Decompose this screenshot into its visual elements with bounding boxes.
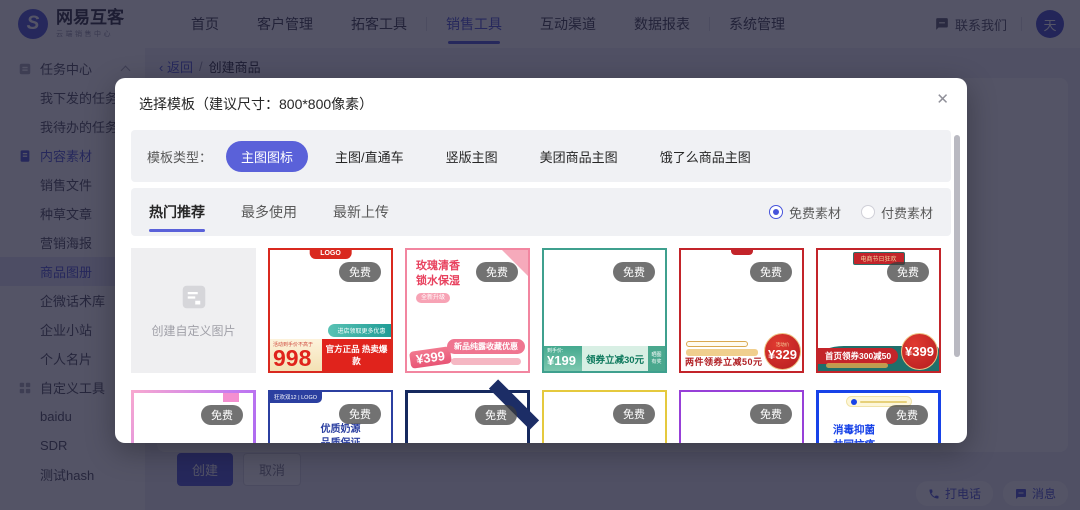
free-badge: 免费 (750, 404, 792, 424)
template-type-label: 模板类型： (147, 149, 213, 165)
tab-hot-recommend[interactable]: 热门推荐 (149, 188, 205, 236)
radio-dot-icon (860, 205, 875, 219)
template-type-bar: 模板类型： 主图图标 主图/直通车 竖版主图 美团商品主图 饿了么商品主图 (131, 130, 951, 182)
template-card-festival-399[interactable]: 电商节日狂欢 免费 首页领券300减50 ¥399 (816, 248, 941, 373)
template-picker-modal: 选择模板（建议尺寸：800*800像素） ✕ 模板类型： 主图图标 主图/直通车… (115, 78, 967, 443)
modal-title: 选择模板（建议尺寸：800*800像素） (139, 96, 374, 112)
decorative-gold-bar (826, 363, 888, 368)
screen: S 网易互客 云端销售中心 首页 客户管理 拓客工具 销售工具 互动渠道 数据报… (0, 0, 1080, 510)
free-badge: 免费 (475, 405, 517, 425)
close-icon[interactable]: ✕ (936, 90, 949, 108)
corner-tab (223, 393, 239, 402)
free-badge: 免费 (887, 262, 929, 282)
template-card-navy-ribbon[interactable]: 免费 (405, 379, 540, 443)
template-card-teal-199[interactable]: 免费 到手价: ¥199 领券立减30元 晒图 有奖 (542, 248, 667, 373)
brand-dot-icon (850, 398, 857, 405)
two-piece-coupon-text: 两件领券立减50元 (685, 357, 763, 367)
template-card-double12-milk[interactable]: 狂欢双12 | LOGO 免费 优质奶源 品质保证 (268, 390, 393, 443)
free-badge: 免费 (613, 262, 655, 282)
template-card-disinfect-blue[interactable]: 免费 消毒抑菌 共同抗疫 (816, 390, 941, 443)
sort-tab-bar: 热门推荐 最多使用 最新上传 免费素材 付费素材 (131, 188, 951, 236)
corner-text-line1: 晒图 (651, 351, 662, 358)
radio-free-materials[interactable]: 免费素材 (768, 203, 841, 222)
headline-line2: 品质保证 (320, 437, 361, 444)
headline-line1: 消毒抑菌 (833, 424, 875, 436)
type-main-image-icon[interactable]: 主图图标 (226, 140, 309, 172)
free-badge: 免费 (339, 404, 381, 424)
template-grid-row-2: 免费 狂欢双12 | LOGO 免费 优质奶源 品质保证 免费 免费 免费 免费… (131, 379, 941, 443)
price-circle-badge: ¥399 (901, 333, 938, 370)
modal-scrollbar[interactable] (954, 135, 960, 357)
template-card-red-998[interactable]: LOGO 免费 活动到手价不高于 998 进店领取更多优惠 官方正品 热卖爆款 (268, 248, 393, 373)
radio-paid-materials[interactable]: 付费素材 (860, 203, 933, 222)
price-circle-badge: 活动价 ¥329 (764, 333, 801, 370)
authentic-hot-ribbon: 官方正品 热卖爆款 (322, 339, 391, 371)
template-card-purple-border[interactable]: 免费 (679, 390, 804, 443)
price-199: ¥199 (547, 353, 576, 368)
tab-newest[interactable]: 最新上传 (333, 188, 389, 236)
image-placeholder-icon (182, 285, 205, 309)
headline-line1: 玫瑰清香 (416, 260, 460, 272)
type-eleme-product[interactable]: 饿了么商品主图 (645, 141, 766, 172)
corner-text-line2: 有奖 (651, 358, 662, 365)
coupon-ribbon: 领券立减30元 (582, 346, 648, 371)
type-vertical-main-image[interactable]: 竖版主图 (431, 141, 513, 172)
free-badge: 免费 (886, 405, 928, 425)
logo-tab: LOGO (309, 249, 352, 259)
headline-line1: 优质奶源 (320, 424, 361, 435)
free-badge: 免费 (201, 405, 243, 425)
double12-logo-tab: 狂欢双12 | LOGO (269, 391, 322, 403)
free-badge: 免费 (476, 262, 518, 282)
price-998: 998 (273, 345, 312, 372)
homepage-coupon-ribbon: 首页领券300减50 (818, 348, 899, 364)
free-badge: 免费 (750, 262, 792, 282)
template-card-pink-rose[interactable]: 免费 玫瑰清香 锁水保湿 全新升级 ¥399 新品纯露收藏优惠 (405, 248, 530, 373)
free-badge: 免费 (613, 404, 655, 424)
upgrade-tag: 全新升级 (416, 292, 451, 303)
type-main-image-train[interactable]: 主图/直通车 (320, 141, 419, 172)
template-card-gradient-border[interactable]: 免费 (131, 390, 256, 443)
tab-most-used[interactable]: 最多使用 (241, 188, 297, 236)
radio-dot-icon (768, 205, 783, 219)
template-card-red-329[interactable]: 免费 两件领券立减50元 活动价 ¥329 (679, 248, 804, 373)
create-card-label: 创建自定义图片 (151, 324, 236, 338)
type-meituan-product[interactable]: 美团商品主图 (525, 141, 633, 172)
decorative-pill (451, 358, 521, 365)
template-grid-row-1: 创建自定义图片 LOGO 免费 活动到手价不高于 998 进店领取更多优惠 官方… (131, 248, 941, 373)
decorative-coupon-pills (686, 341, 758, 356)
create-custom-image-card[interactable]: 创建自定义图片 (131, 248, 256, 373)
template-card-yellow-border[interactable]: 免费 (542, 390, 667, 443)
free-badge: 免费 (339, 262, 381, 282)
top-ornament (730, 250, 753, 255)
headline-line2: 锁水保湿 (416, 274, 460, 287)
shop-coupon-ribbon: 进店领取更多优惠 (328, 324, 391, 337)
new-product-ribbon: 新品纯露收藏优惠 (447, 339, 525, 354)
price-399: ¥399 (409, 346, 452, 369)
headline-line2: 共同抗疫 (833, 438, 875, 443)
